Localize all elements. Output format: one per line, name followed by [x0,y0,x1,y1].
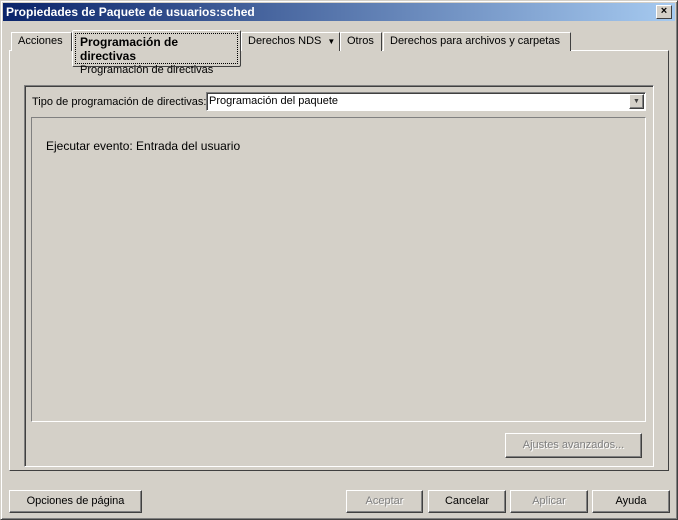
apply-button[interactable]: Aplicar [510,490,588,513]
close-button[interactable]: × [656,5,672,19]
cancel-button[interactable]: Cancelar [428,490,506,513]
tab-label: Derechos para archivos y carpetas [390,35,560,47]
tab-otros[interactable]: Otros [340,32,382,51]
tab-programacion-directivas[interactable]: Programación de directivas Programación … [72,30,241,76]
chevron-down-icon[interactable]: ▼ [629,94,644,109]
ok-button[interactable]: Aceptar [346,490,423,513]
schedule-details-panel [31,117,646,422]
window-title: Propiedades de Paquete de usuarios:sched [6,5,255,19]
tab-acciones[interactable]: Acciones [11,32,72,51]
event-text: Ejecutar evento: Entrada del usuario [46,139,241,153]
tab-label: Programación de directivas [80,35,179,63]
title-bar: Propiedades de Paquete de usuarios:sched [3,3,675,21]
dropdown-arrow-icon: ▼ [327,37,336,46]
tab-derechos-nds[interactable]: Derechos NDS ▼ [241,32,340,51]
tab-label: Otros [347,35,374,47]
schedule-type-select[interactable]: Programación del paquete ▼ [206,92,646,111]
subtab-programacion-directivas[interactable]: Programación de directivas [80,63,233,77]
tab-label: Acciones [18,35,63,47]
help-button[interactable]: Ayuda [592,490,670,513]
type-label: Tipo de programación de directivas: [32,96,207,108]
close-icon: × [660,5,668,17]
tab-label: Derechos NDS [248,35,322,47]
schedule-type-value: Programación del paquete [209,95,339,107]
tab-derechos-archivos[interactable]: Derechos para archivos y carpetas [383,32,571,51]
page-options-button[interactable]: Opciones de página [9,490,142,513]
advanced-settings-button[interactable]: Ajustes avanzados... [505,433,642,458]
